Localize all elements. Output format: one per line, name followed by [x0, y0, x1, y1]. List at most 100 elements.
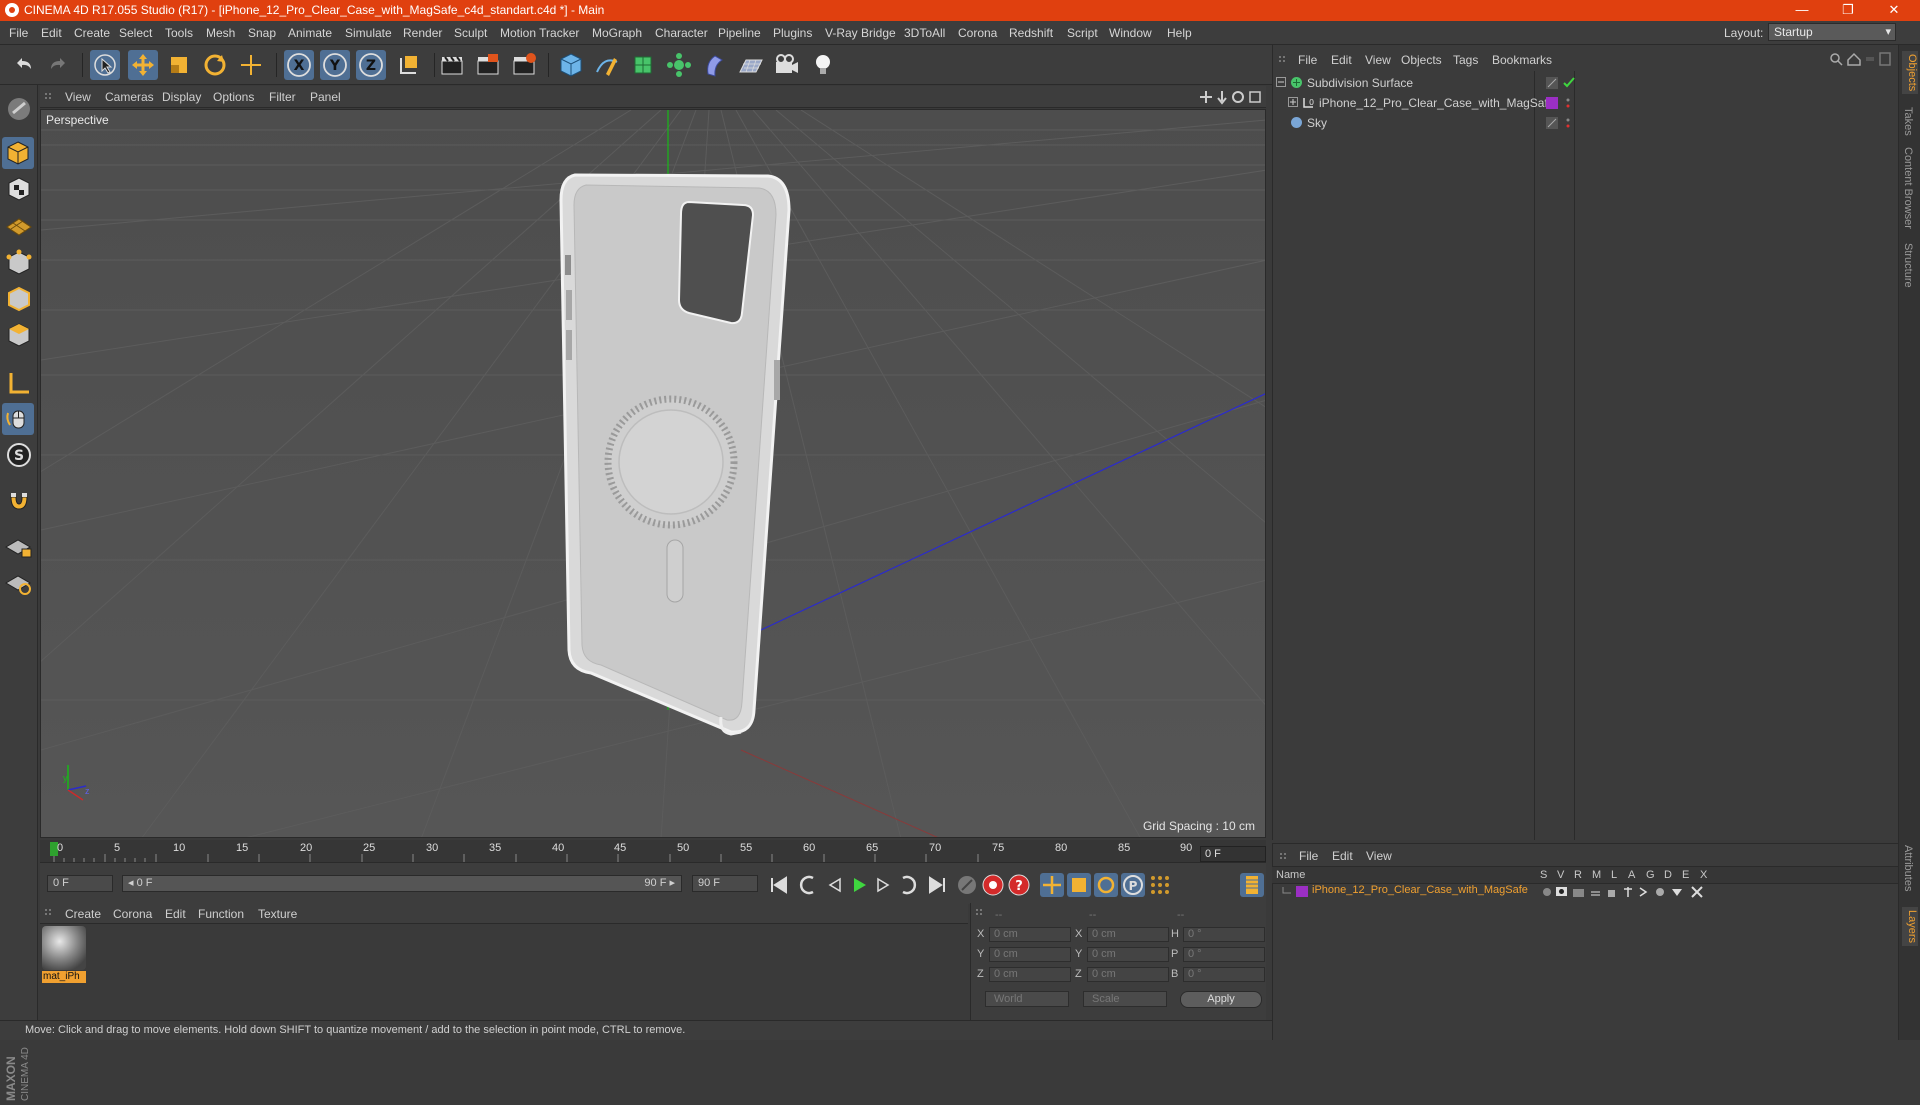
- menu-help[interactable]: Help: [1167, 26, 1192, 40]
- x-axis-lock-button[interactable]: X: [284, 50, 314, 80]
- key-point-level-icon[interactable]: [1148, 873, 1172, 897]
- minimize-button[interactable]: —: [1780, 0, 1824, 21]
- rotate-tool-button[interactable]: [200, 50, 230, 80]
- layer-name[interactable]: iPhone_12_Pro_Clear_Case_with_MagSafe: [1312, 884, 1528, 896]
- menu-render[interactable]: Render: [403, 26, 442, 40]
- size-z-field[interactable]: 0 cm: [1087, 967, 1169, 982]
- material-menu-texture[interactable]: Texture: [258, 907, 297, 921]
- menu-simulate[interactable]: Simulate: [345, 26, 392, 40]
- object-menu-objects[interactable]: Objects: [1401, 53, 1442, 67]
- autokeying-icon[interactable]: ?: [1007, 873, 1031, 897]
- apply-button[interactable]: Apply: [1180, 991, 1262, 1008]
- previous-frame-icon[interactable]: [823, 873, 847, 897]
- workplane-mode-button[interactable]: [3, 209, 35, 241]
- record-disabled-icon[interactable]: [955, 873, 979, 897]
- expand-toggle-icon[interactable]: [1288, 97, 1298, 107]
- menu-tools[interactable]: Tools: [165, 26, 193, 40]
- object-row-sky[interactable]: Sky: [1276, 114, 1896, 132]
- layer-switch-icons[interactable]: [1542, 886, 1710, 898]
- layer-menu-file[interactable]: File: [1299, 849, 1318, 863]
- viewport-menu-filter[interactable]: Filter: [269, 90, 296, 104]
- position-z-field[interactable]: 0 cm: [989, 967, 1071, 982]
- next-keyframe-icon[interactable]: [895, 873, 919, 897]
- menu-script[interactable]: Script: [1067, 26, 1098, 40]
- current-frame-field[interactable]: 0 F: [1200, 846, 1266, 862]
- viewport-menu-cameras[interactable]: Cameras: [105, 90, 154, 104]
- render-picture-viewer-button[interactable]: [473, 50, 503, 80]
- move-tool-button[interactable]: [128, 50, 158, 80]
- restore-button[interactable]: ❐: [1826, 0, 1870, 21]
- menu-create[interactable]: Create: [74, 26, 110, 40]
- timeline-window-icon[interactable]: [1240, 873, 1264, 897]
- object-menu-file[interactable]: File: [1298, 53, 1317, 67]
- enable-snap-button[interactable]: [3, 485, 35, 517]
- model-mode-button[interactable]: [2, 137, 34, 169]
- menu-motion-tracker[interactable]: Motion Tracker: [500, 26, 579, 40]
- rotation-b-field[interactable]: 0 °: [1183, 967, 1265, 982]
- previous-keyframe-icon[interactable]: [797, 873, 821, 897]
- cloner-button[interactable]: [664, 50, 694, 80]
- layer-color-tag-icon[interactable]: [1546, 97, 1580, 109]
- scale-tool-button[interactable]: [164, 50, 194, 80]
- redo-button[interactable]: [43, 50, 73, 80]
- edges-mode-button[interactable]: [3, 283, 35, 315]
- polygons-mode-button[interactable]: [3, 319, 35, 351]
- material-name-label[interactable]: mat_iPh: [42, 971, 86, 983]
- menu-window[interactable]: Window: [1109, 26, 1152, 40]
- menu-edit[interactable]: Edit: [41, 26, 62, 40]
- go-to-start-icon[interactable]: [767, 873, 791, 897]
- material-menu-function[interactable]: Function: [198, 907, 244, 921]
- position-y-field[interactable]: 0 cm: [989, 947, 1071, 962]
- menu-character[interactable]: Character: [655, 26, 708, 40]
- make-editable-button[interactable]: [3, 93, 35, 125]
- tab-objects[interactable]: Objects: [1902, 51, 1918, 95]
- axis-mode-button[interactable]: [3, 367, 35, 399]
- menu-file[interactable]: File: [9, 26, 28, 40]
- play-icon[interactable]: [847, 873, 871, 897]
- undo-button[interactable]: [9, 50, 39, 80]
- menu-sculpt[interactable]: Sculpt: [454, 26, 487, 40]
- material-preview-thumbnail[interactable]: [42, 926, 86, 970]
- layer-menu-view[interactable]: View: [1366, 849, 1392, 863]
- material-menu-corona[interactable]: Corona: [113, 907, 152, 921]
- cube-primitive-button[interactable]: [556, 50, 586, 80]
- planar-workplane-button[interactable]: [3, 567, 35, 599]
- z-axis-lock-button[interactable]: Z: [356, 50, 386, 80]
- size-y-field[interactable]: 0 cm: [1087, 947, 1169, 962]
- viewport-menu-options[interactable]: Options: [213, 90, 254, 104]
- menu-mesh[interactable]: Mesh: [206, 26, 235, 40]
- start-frame-field[interactable]: 0 F: [47, 875, 113, 892]
- layer-color-swatch[interactable]: [1296, 886, 1308, 897]
- next-frame-icon[interactable]: [871, 873, 895, 897]
- live-selection-button[interactable]: [90, 50, 120, 80]
- close-button[interactable]: ✕: [1872, 0, 1916, 21]
- spline-pen-button[interactable]: [592, 50, 622, 80]
- key-parameter-icon[interactable]: P: [1121, 873, 1145, 897]
- menu-3dtoall[interactable]: 3DToAll: [904, 26, 945, 40]
- light-button[interactable]: [808, 50, 838, 80]
- tab-takes[interactable]: Takes: [1902, 107, 1914, 136]
- rotation-p-field[interactable]: 0 °: [1183, 947, 1265, 962]
- position-x-field[interactable]: 0 cm: [989, 927, 1071, 942]
- key-position-icon[interactable]: [1040, 873, 1064, 897]
- texture-mode-button[interactable]: [3, 173, 35, 205]
- menu-snap[interactable]: Snap: [248, 26, 276, 40]
- layout-dropdown[interactable]: Startup: [1768, 23, 1896, 41]
- locked-workplane-button[interactable]: [3, 531, 35, 563]
- material-menu-create[interactable]: Create: [65, 907, 101, 921]
- tab-content-browser[interactable]: Content Browser: [1902, 147, 1914, 229]
- deformer-button[interactable]: [700, 50, 730, 80]
- camera-button[interactable]: [772, 50, 802, 80]
- menu-mograph[interactable]: MoGraph: [592, 26, 642, 40]
- perspective-viewport[interactable]: y z Perspective Grid Spacing : 10 cm: [40, 109, 1266, 838]
- visibility-dots-icon[interactable]: [1546, 117, 1580, 129]
- material-menu-edit[interactable]: Edit: [165, 907, 186, 921]
- size-x-field[interactable]: 0 cm: [1087, 927, 1169, 942]
- viewport-menu-display[interactable]: Display: [162, 90, 201, 104]
- layer-menu-edit[interactable]: Edit: [1332, 849, 1353, 863]
- points-mode-button[interactable]: [3, 247, 35, 279]
- end-frame-field[interactable]: 90 F: [692, 875, 758, 892]
- tweak-mode-button[interactable]: [2, 403, 34, 435]
- render-settings-button[interactable]: [509, 50, 539, 80]
- recent-tool-button[interactable]: [236, 50, 266, 80]
